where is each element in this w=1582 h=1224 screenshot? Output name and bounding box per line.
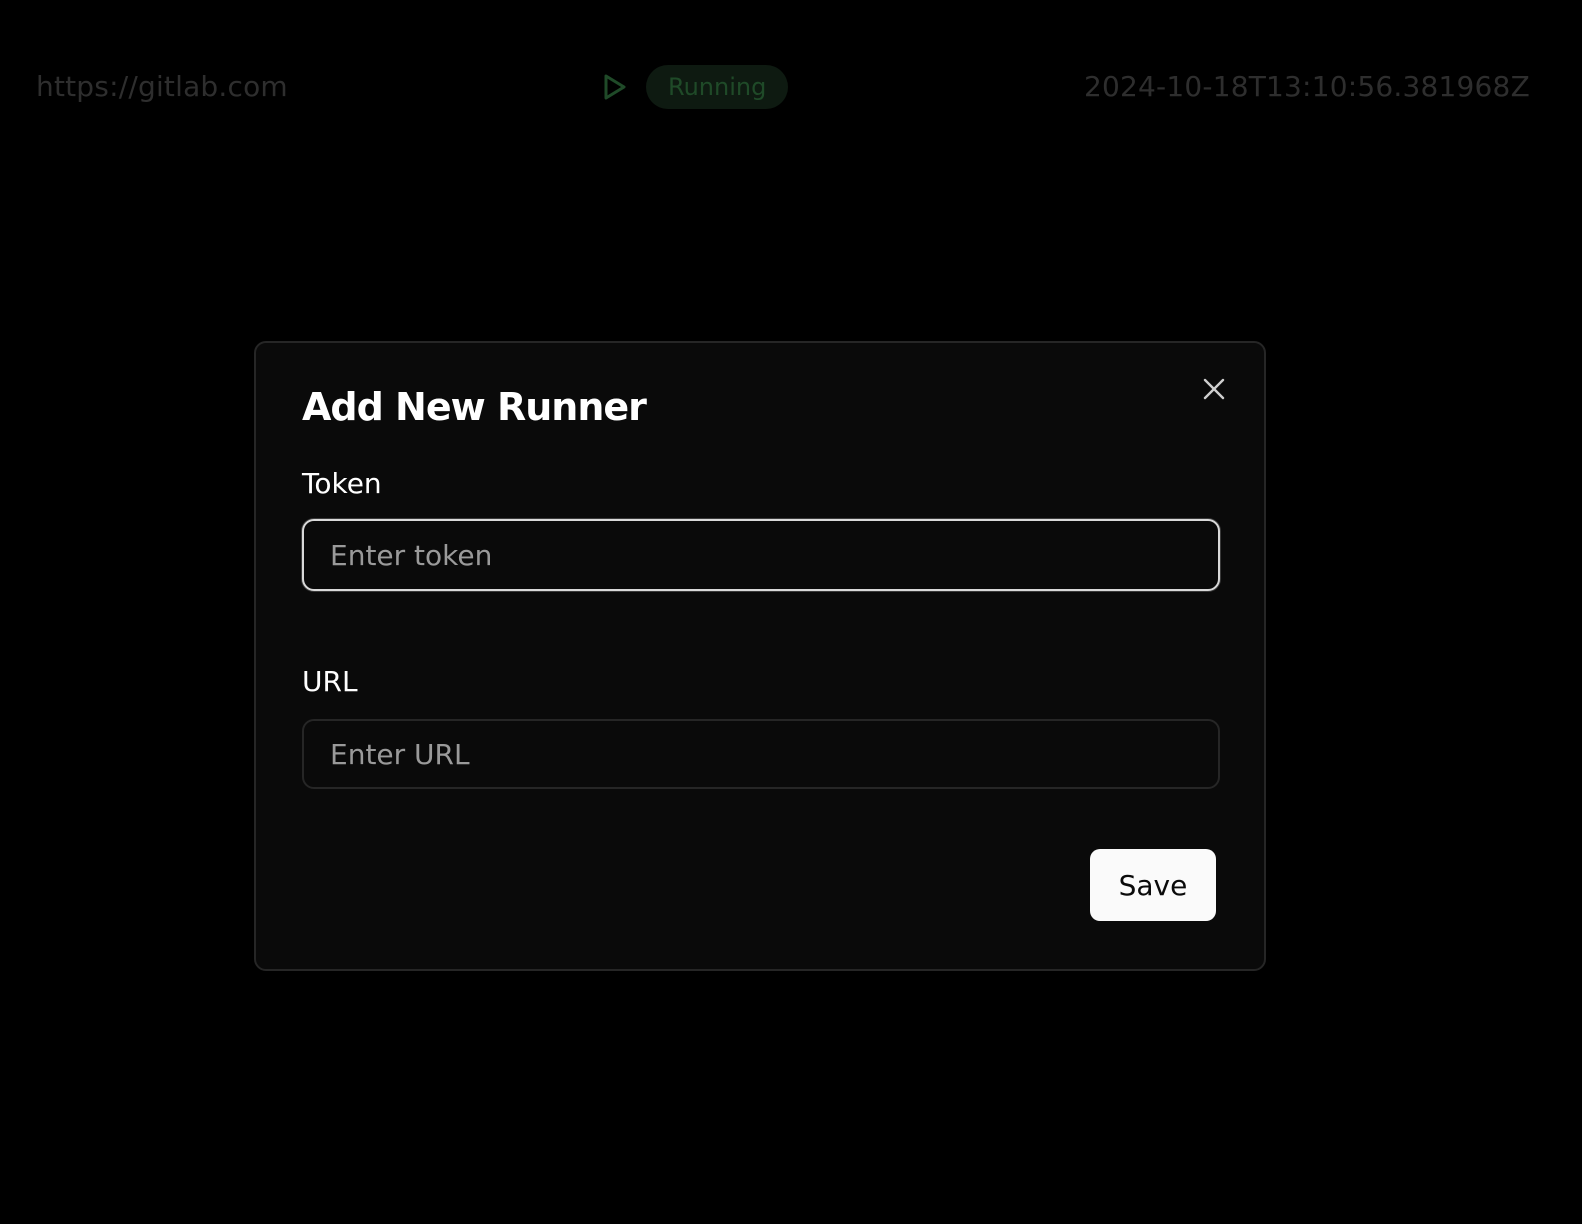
- page: https://gitlab.com Running 2024-10-18T13…: [0, 0, 1582, 1224]
- runner-row: https://gitlab.com Running 2024-10-18T13…: [0, 58, 1582, 116]
- play-icon: [600, 72, 630, 102]
- token-input[interactable]: [302, 519, 1220, 591]
- close-button[interactable]: [1198, 373, 1230, 405]
- status-badge: Running: [646, 65, 789, 109]
- runner-status: Running: [600, 64, 789, 110]
- close-icon: [1203, 378, 1225, 400]
- url-label: URL: [302, 665, 358, 698]
- dialog-title: Add New Runner: [302, 385, 647, 429]
- token-label: Token: [302, 467, 382, 500]
- add-runner-dialog: Add New Runner Token URL Save: [254, 341, 1266, 971]
- runner-url-text: https://gitlab.com: [36, 70, 288, 103]
- save-button[interactable]: Save: [1090, 849, 1216, 921]
- runner-timestamp: 2024-10-18T13:10:56.381968Z: [1084, 70, 1530, 103]
- url-input[interactable]: [302, 719, 1220, 789]
